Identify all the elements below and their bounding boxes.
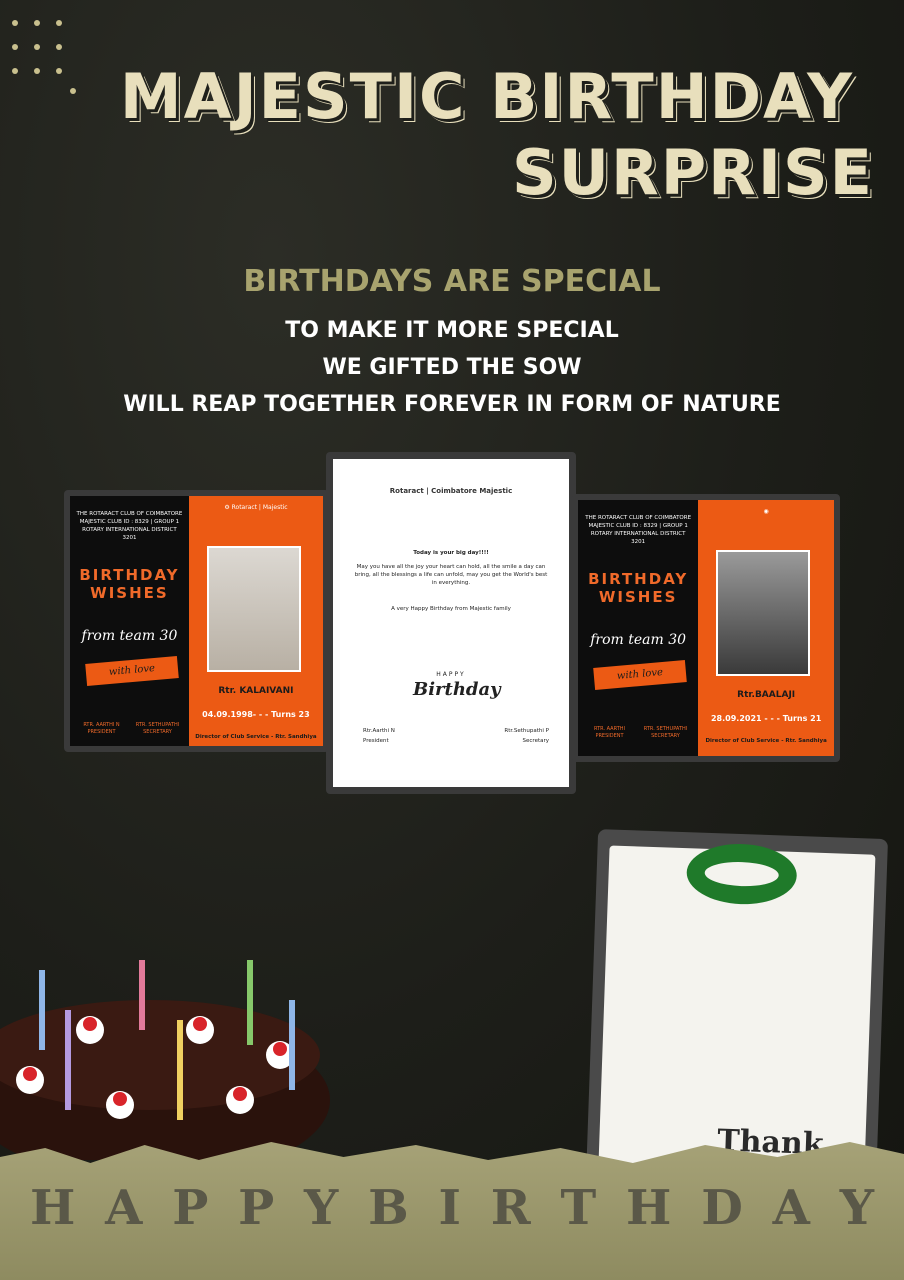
president-sig: RTR. AARTHI PRESIDENT <box>593 726 626 739</box>
member-photo <box>206 546 301 672</box>
banner-letter: R <box>490 1180 531 1236</box>
letter-happy: HAPPY <box>436 671 466 678</box>
birthday-letter: Rotaract | Coimbatore Majestic Today is … <box>326 452 576 794</box>
banner-letter: A <box>105 1180 143 1236</box>
secretary-name: Rtr.Sethupathi P <box>504 728 549 734</box>
secretary-label: Secretary <box>522 738 549 744</box>
card-heading: BIRTHDAY WISHES <box>79 566 180 602</box>
letter-greeting: Today is your big day!!!! <box>413 550 489 556</box>
club-info: THE ROTARACT CLUB OF COIMBATORE MAJESTIC… <box>76 511 183 541</box>
secretary-sig: RTR. SETHUPATHI SECRETARY <box>135 722 180 735</box>
from-team: from team 30 <box>81 628 178 644</box>
letter-birthday: Birthday <box>413 679 501 700</box>
president-sig: RTR. AARTHI N PRESIDENT <box>83 722 120 735</box>
club-info: THE ROTARACT CLUB OF COIMBATORE MAJESTIC… <box>585 515 692 545</box>
from-team: from team 30 <box>590 632 687 648</box>
banner-letter: H <box>626 1180 672 1236</box>
with-love: with love <box>593 660 687 690</box>
thank-you-gift-image: Thank You <box>585 829 889 1195</box>
page-title-line2: SURPRISE <box>512 136 874 209</box>
director-credit: Director of Club Service - Rtr. Sandhiya <box>705 738 827 744</box>
banner-letter: T <box>560 1180 597 1236</box>
birthday-card-right: THE ROTARACT CLUB OF COIMBATORE MAJESTIC… <box>572 494 840 762</box>
member-date: 04.09.1998- - - Turns 23 <box>202 710 310 719</box>
banner-letter: I <box>438 1180 461 1236</box>
banner-letter: P <box>238 1180 275 1236</box>
letter-body: May you have all the joy your heart can … <box>354 564 548 586</box>
message-line-3: WILL REAP TOGETHER FOREVER IN FORM OF NA… <box>123 392 781 417</box>
card-heading: BIRTHDAY WISHES <box>588 570 689 606</box>
birthday-cake-image <box>0 960 330 1160</box>
rotaract-logo: ⚙ Rotaract | Majestic <box>224 504 288 511</box>
banner-letter: D <box>701 1180 743 1236</box>
message-line-2: WE GIFTED THE SOW <box>322 355 582 380</box>
president-name: Rtr.Aarthi N <box>363 728 395 734</box>
member-name: Rtr.BAALAJI <box>737 690 796 700</box>
banner-letter: H <box>30 1180 76 1236</box>
member-name: Rtr. KALAIVANI <box>218 686 294 696</box>
team-logo: ◉ <box>763 508 769 515</box>
decorative-dots <box>0 0 90 100</box>
subtitle: BIRTHDAYS ARE SPECIAL <box>243 264 661 299</box>
message-line-1: TO MAKE IT MORE SPECIAL <box>285 318 619 343</box>
banner-letter: Y <box>839 1180 874 1236</box>
banner-letter: B <box>368 1180 409 1236</box>
letter-closing: A very Happy Birthday from Majestic fami… <box>391 606 511 612</box>
birthday-card-left: THE ROTARACT CLUB OF COIMBATORE MAJESTIC… <box>64 490 329 752</box>
president-label: President <box>363 738 389 744</box>
happy-birthday-letters: HAPPYBIRTHDAY <box>30 1180 874 1236</box>
secretary-sig: RTR. SETHUPATHI SECRETARY <box>643 726 688 739</box>
banner-letter: P <box>172 1180 209 1236</box>
banner-letter: A <box>772 1180 810 1236</box>
director-credit: Director of Club Service - Rtr. Sandhiya <box>195 734 317 740</box>
banner-letter: Y <box>304 1180 339 1236</box>
letter-logo: Rotaract | Coimbatore Majestic <box>389 487 513 495</box>
page-title-line1: MAJESTIC BIRTHDAY <box>119 60 854 133</box>
member-date: 28.09.2021 - - - Turns 21 <box>710 714 822 723</box>
with-love: with love <box>85 656 179 686</box>
member-photo <box>716 550 811 676</box>
